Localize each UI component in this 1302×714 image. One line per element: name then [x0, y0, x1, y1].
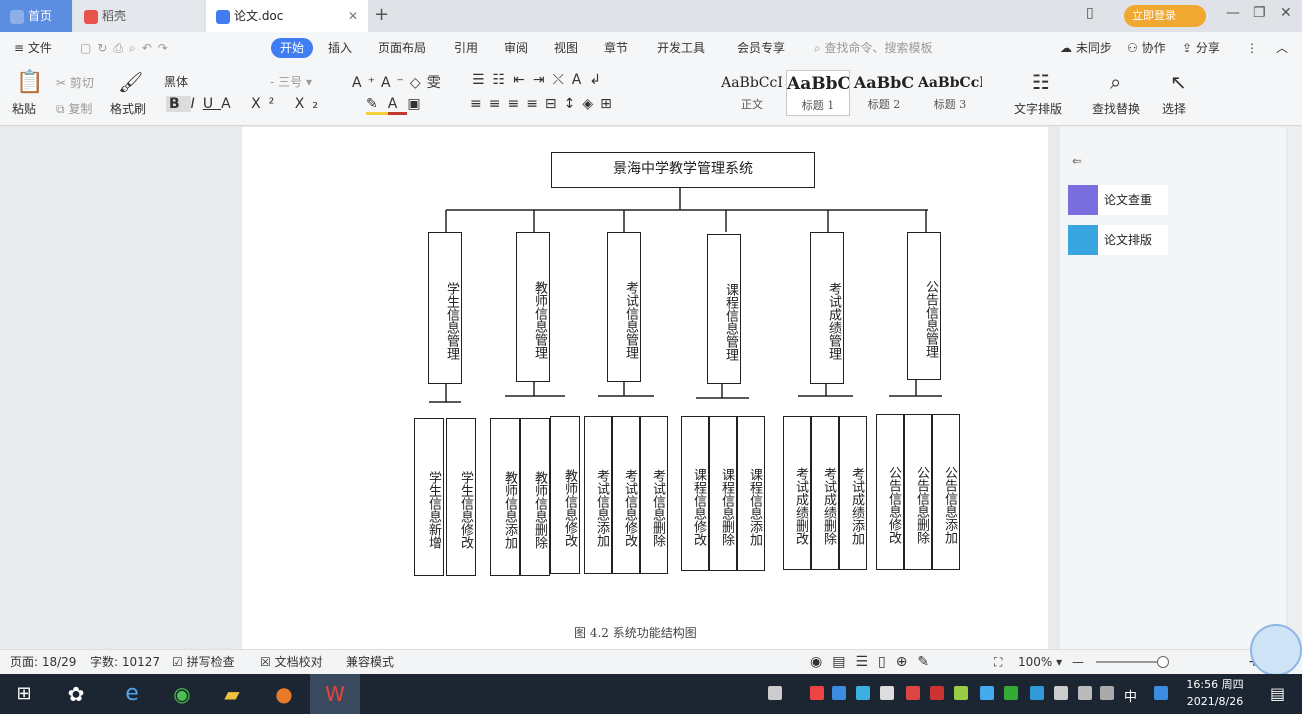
leaf-course-edit: 课程信息修改 [681, 416, 709, 571]
module-student-box: 学生信息管理 [428, 232, 462, 384]
panel-item-thesis-format-label: 论文排版 [1104, 233, 1153, 247]
proofread-label: 文档校对 [274, 655, 323, 669]
clock[interactable]: 16:56 周四 2021/8/26 [1180, 676, 1250, 710]
assistant-avatar[interactable] [1250, 624, 1302, 676]
tray-battery-icon[interactable] [1054, 686, 1068, 700]
tray-wifi-icon[interactable] [1078, 686, 1092, 700]
leaf-course-delete: 课程信息删除 [709, 416, 737, 571]
vertical-scrollbar[interactable] [1288, 127, 1302, 649]
ie-browser-icon[interactable]: e [112, 678, 152, 710]
ime-indicator[interactable]: 中 [1124, 686, 1137, 705]
tray-app-icon[interactable] [954, 686, 968, 700]
windows-start-icon[interactable]: ⊞ [4, 678, 44, 710]
tray-app-icon[interactable] [1154, 686, 1168, 700]
leaf-score-add: 考试成绩添加 [839, 416, 867, 570]
taskview-icon[interactable]: ✿ [56, 678, 96, 710]
leaf-course-add: 课程信息添加 [737, 416, 765, 571]
file-explorer-icon[interactable]: ▰ [212, 678, 252, 710]
panel-item-thesis-format[interactable]: 论文排版 [1068, 225, 1168, 255]
tray-nvidia-icon[interactable] [1004, 686, 1018, 700]
leaf-student-edit: 学生信息修改 [446, 418, 476, 576]
leaf-notice-add: 公告信息添加 [932, 414, 960, 570]
notification-icon[interactable]: ▤ [1270, 684, 1285, 703]
tray-bluetooth-icon[interactable] [1030, 686, 1044, 700]
tray-app-icon[interactable] [980, 686, 994, 700]
leaf-notice-delete: 公告信息删除 [904, 414, 932, 570]
leaf-teacher-edit: 教师信息修改 [550, 416, 580, 574]
leaf-teacher-add: 教师信息添加 [490, 418, 520, 576]
module-score-box: 考试成绩管理 [810, 232, 844, 384]
tray-app-icon[interactable] [930, 686, 944, 700]
proofread-button[interactable]: ☒ 文档校对 [260, 650, 323, 675]
leaf-notice-edit: 公告信息修改 [876, 414, 904, 570]
zoom-slider-handle[interactable] [1157, 656, 1169, 668]
clock-time: 16:56 周四 [1186, 678, 1244, 691]
panel-collapse-icon[interactable]: ⇐ [1072, 154, 1082, 168]
leaf-student-add: 学生信息新增 [414, 418, 444, 576]
module-exam-box: 考试信息管理 [607, 232, 641, 382]
module-teacher-box: 教师信息管理 [516, 232, 550, 382]
view-mode-icons[interactable]: ◉▤☰▯⊕✎ [810, 650, 939, 675]
leaf-score-delete: 考试成绩删除 [811, 416, 839, 570]
taskbar: ⊞ ✿ e ◉ ▰ ● W 中 ▤ [0, 674, 1302, 714]
figure-caption: 图 4.2 系统功能结构图 [574, 626, 697, 640]
leaf-teacher-delete: 教师信息删除 [520, 418, 550, 576]
wps-taskbar-icon[interactable]: W [310, 674, 360, 714]
module-notice-box: 公告信息管理 [907, 232, 941, 380]
fit-icon[interactable]: ⛶ [994, 650, 1002, 675]
leaf-exam-delete: 考试信息删除 [640, 416, 668, 574]
zoom-out-button[interactable]: — [1072, 650, 1084, 675]
360-browser-icon[interactable]: ◉ [162, 678, 202, 710]
spell-check-label: 拼写检查 [186, 655, 235, 669]
diagram-root-box: 景海中学教学管理系统 [551, 152, 815, 188]
tray-keyboard-icon[interactable] [768, 686, 782, 700]
diagram-root-label: 景海中学教学管理系统 [613, 161, 753, 177]
leaf-exam-edit: 考试信息修改 [612, 416, 640, 574]
tray-app-icon[interactable] [906, 686, 920, 700]
compat-mode: 兼容模式 [346, 655, 395, 669]
tray-app-icon[interactable] [832, 686, 846, 700]
zoom-value: 100% [1018, 655, 1053, 669]
tray-notify-icon[interactable] [880, 686, 894, 700]
clock-date: 2021/8/26 [1186, 695, 1244, 708]
tray-shield-icon[interactable] [856, 686, 870, 700]
status-bar: 页面: 18/29 字数: 10127 ☑ 拼写检查 ☒ 文档校对 兼容模式 ◉… [0, 649, 1302, 674]
plagiarism-check-icon [1068, 185, 1098, 215]
panel-item-plagiarism[interactable]: 论文查重 [1068, 185, 1168, 215]
module-course-box: 课程信息管理 [707, 234, 741, 384]
page-indicator[interactable]: 页面: 18/29 [10, 650, 76, 675]
tray-volume-icon[interactable] [1100, 686, 1114, 700]
zoom-slider[interactable] [1096, 661, 1162, 663]
leaf-exam-add: 考试信息添加 [584, 416, 612, 574]
tray-app-icon[interactable] [810, 686, 824, 700]
zoom-level[interactable]: 100% ▾ [1018, 650, 1062, 675]
leaf-score-modify: 考试成绩删改 [783, 416, 811, 570]
thesis-format-icon [1068, 225, 1098, 255]
panel-item-plagiarism-label: 论文查重 [1104, 193, 1153, 207]
spell-check-button[interactable]: ☑ 拼写检查 [172, 650, 235, 675]
word-count[interactable]: 字数: 10127 [90, 650, 160, 675]
app-icon[interactable]: ● [264, 678, 304, 710]
